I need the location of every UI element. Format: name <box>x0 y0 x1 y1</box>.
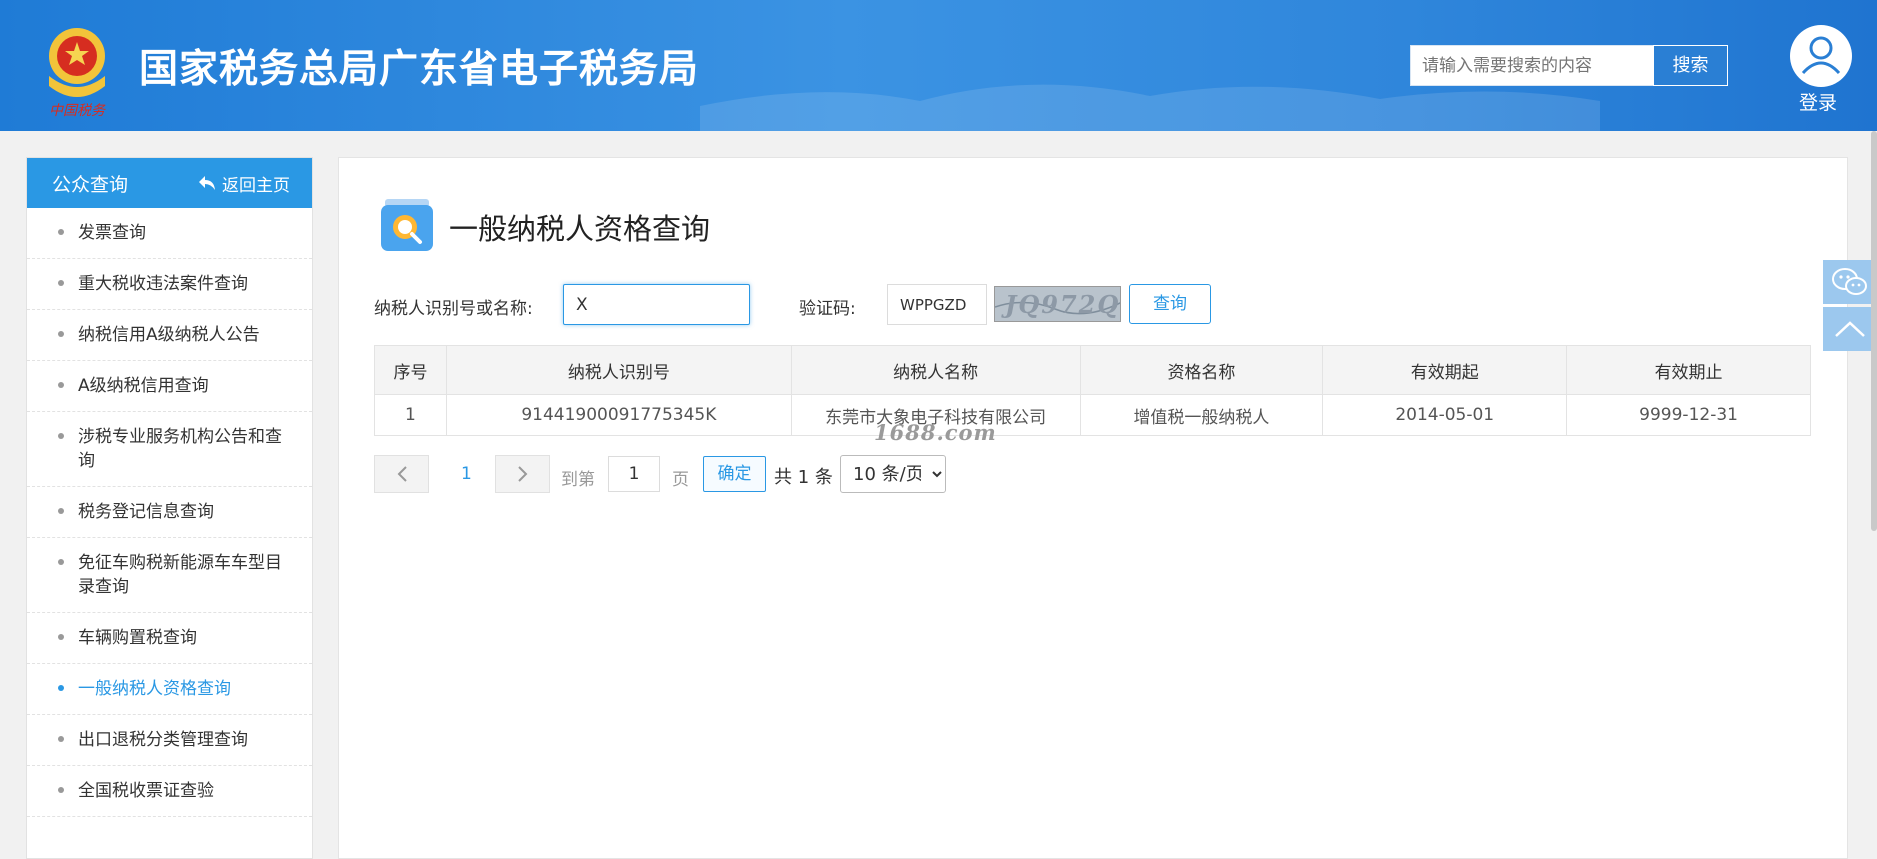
bullet-icon <box>58 382 64 388</box>
back-arrow-icon <box>199 176 215 190</box>
sidebar-item-invoice-query[interactable]: 发票查询 <box>27 208 312 259</box>
sidebar-item-new-energy-vehicle-catalog[interactable]: 免征车购税新能源车车型目录查询 <box>27 538 312 613</box>
bullet-icon <box>58 559 64 565</box>
column-header-index: 序号 <box>374 345 447 395</box>
bullet-icon <box>58 508 64 514</box>
cell-taxid: 91441900091775345K <box>445 394 792 436</box>
site-title: 国家税务总局广东省电子税务局 <box>139 47 700 92</box>
back-home-label: 返回主页 <box>222 175 290 196</box>
wechat-button[interactable] <box>1823 260 1877 304</box>
captcha-input[interactable] <box>887 284 987 325</box>
watermark: 1688.com <box>874 420 997 445</box>
sidebar-title: 公众查询 <box>52 173 129 196</box>
main-panel: 一般纳税人资格查询 纳税人识别号或名称: 验证码: JQ972Q 查询 序号 纳… <box>338 157 1848 859</box>
sidebar-item-tax-receipt-verification[interactable]: 全国税收票证查验 <box>27 766 312 817</box>
page-unit-label: 页 <box>672 470 689 490</box>
sidebar-item-label: 税务登记信息查询 <box>78 502 214 522</box>
sidebar: 公众查询 返回主页 发票查询 重大税收违法案件查询 纳税信用A级纳税人公告 A级… <box>26 157 313 859</box>
sidebar-header: 公众查询 返回主页 <box>27 158 312 208</box>
sidebar-menu: 发票查询 重大税收违法案件查询 纳税信用A级纳税人公告 A级纳税信用查询 涉税专… <box>27 208 312 817</box>
total-count: 共 1 条 <box>774 467 833 488</box>
bullet-icon <box>58 685 64 691</box>
chevron-left-icon <box>397 466 407 482</box>
goto-label: 到第 <box>561 470 595 490</box>
page-size-select[interactable]: 10 条/页 <box>840 455 946 493</box>
bullet-icon <box>58 280 64 286</box>
bullet-icon <box>58 229 64 235</box>
sidebar-item-label: 纳税信用A级纳税人公告 <box>78 325 260 345</box>
captcha-label: 验证码: <box>799 299 856 319</box>
bullet-icon <box>58 433 64 439</box>
column-header-taxid: 纳税人识别号 <box>445 345 792 395</box>
bullet-icon <box>58 736 64 742</box>
column-header-name: 纳税人名称 <box>790 345 1081 395</box>
sidebar-item-label: 全国税收票证查验 <box>78 781 214 801</box>
search-button[interactable]: 搜索 <box>1653 45 1728 86</box>
goto-page-input[interactable] <box>608 456 660 492</box>
page-title: 一般纳税人资格查询 <box>449 212 711 246</box>
user-icon[interactable] <box>1790 25 1852 87</box>
sidebar-item-vehicle-purchase-tax[interactable]: 车辆购置税查询 <box>27 613 312 664</box>
sidebar-item-major-violation-query[interactable]: 重大税收违法案件查询 <box>27 259 312 310</box>
sidebar-item-label: 一般纳税人资格查询 <box>78 679 231 699</box>
taxid-input[interactable] <box>563 284 750 325</box>
prev-page-button[interactable] <box>374 455 429 493</box>
bullet-icon <box>58 634 64 640</box>
sidebar-item-label: 发票查询 <box>78 223 146 243</box>
sidebar-item-label: 免征车购税新能源车车型目录查询 <box>78 553 282 597</box>
cell-qualification: 增值税一般纳税人 <box>1079 394 1324 436</box>
header-bar: 中国税务 国家税务总局广东省电子税务局 搜索 登录 <box>0 0 1877 131</box>
sidebar-item-a-level-credit-query[interactable]: A级纳税信用查询 <box>27 361 312 412</box>
login-link[interactable]: 登录 <box>1799 88 1837 115</box>
table-row: 1 91441900091775345K 东莞市大象电子科技有限公司 增值税一般… <box>374 394 1811 436</box>
sidebar-item-label: A级纳税信用查询 <box>78 376 209 396</box>
query-button[interactable]: 查询 <box>1129 284 1211 324</box>
sidebar-item-registration-info[interactable]: 税务登记信息查询 <box>27 487 312 538</box>
tax-emblem-icon: 中国税务 <box>49 28 106 119</box>
cell-valid-to: 9999-12-31 <box>1566 394 1811 436</box>
back-home-link[interactable]: 返回主页 <box>198 171 290 196</box>
sidebar-item-a-level-announcement[interactable]: 纳税信用A级纳税人公告 <box>27 310 312 361</box>
back-to-top-button[interactable] <box>1823 307 1877 351</box>
next-page-button[interactable] <box>495 455 550 493</box>
sidebar-item-label: 重大税收违法案件查询 <box>78 274 248 294</box>
search-input[interactable] <box>1410 45 1654 86</box>
result-table: 序号 纳税人识别号 纳税人名称 资格名称 有效期起 有效期止 1 9144190… <box>374 345 1811 436</box>
column-header-qualification: 资格名称 <box>1079 345 1324 395</box>
sidebar-item-label: 涉税专业服务机构公告和查询 <box>78 427 282 471</box>
search-document-icon <box>381 199 433 251</box>
table-header-row: 序号 纳税人识别号 纳税人名称 资格名称 有效期起 有效期止 <box>374 345 1811 395</box>
captcha-image-text: JQ972Q <box>1005 290 1121 319</box>
column-header-valid-from: 有效期起 <box>1322 345 1568 395</box>
wechat-icon <box>1832 268 1867 295</box>
sidebar-item-label: 出口退税分类管理查询 <box>78 730 248 750</box>
column-header-valid-to: 有效期止 <box>1566 345 1811 395</box>
page-scrollbar[interactable] <box>1871 131 1877 531</box>
sidebar-item-tax-service-agency[interactable]: 涉税专业服务机构公告和查询 <box>27 412 312 487</box>
goto-confirm-button[interactable]: 确定 <box>703 456 766 492</box>
back-to-top-icon <box>1835 321 1865 337</box>
sidebar-item-general-taxpayer-query[interactable]: 一般纳税人资格查询 <box>27 664 312 715</box>
sidebar-item-export-rebate-classification[interactable]: 出口退税分类管理查询 <box>27 715 312 766</box>
page-number-1[interactable]: 1 <box>461 464 472 484</box>
logo-text: 中国税务 <box>49 103 106 119</box>
bullet-icon <box>58 331 64 337</box>
bullet-icon <box>58 787 64 793</box>
sidebar-item-label: 车辆购置税查询 <box>78 628 197 648</box>
taxid-label: 纳税人识别号或名称: <box>374 299 533 319</box>
chevron-right-icon <box>517 466 527 482</box>
cell-index: 1 <box>374 394 447 436</box>
cell-valid-from: 2014-05-01 <box>1322 394 1568 436</box>
captcha-image[interactable]: JQ972Q <box>994 286 1121 322</box>
